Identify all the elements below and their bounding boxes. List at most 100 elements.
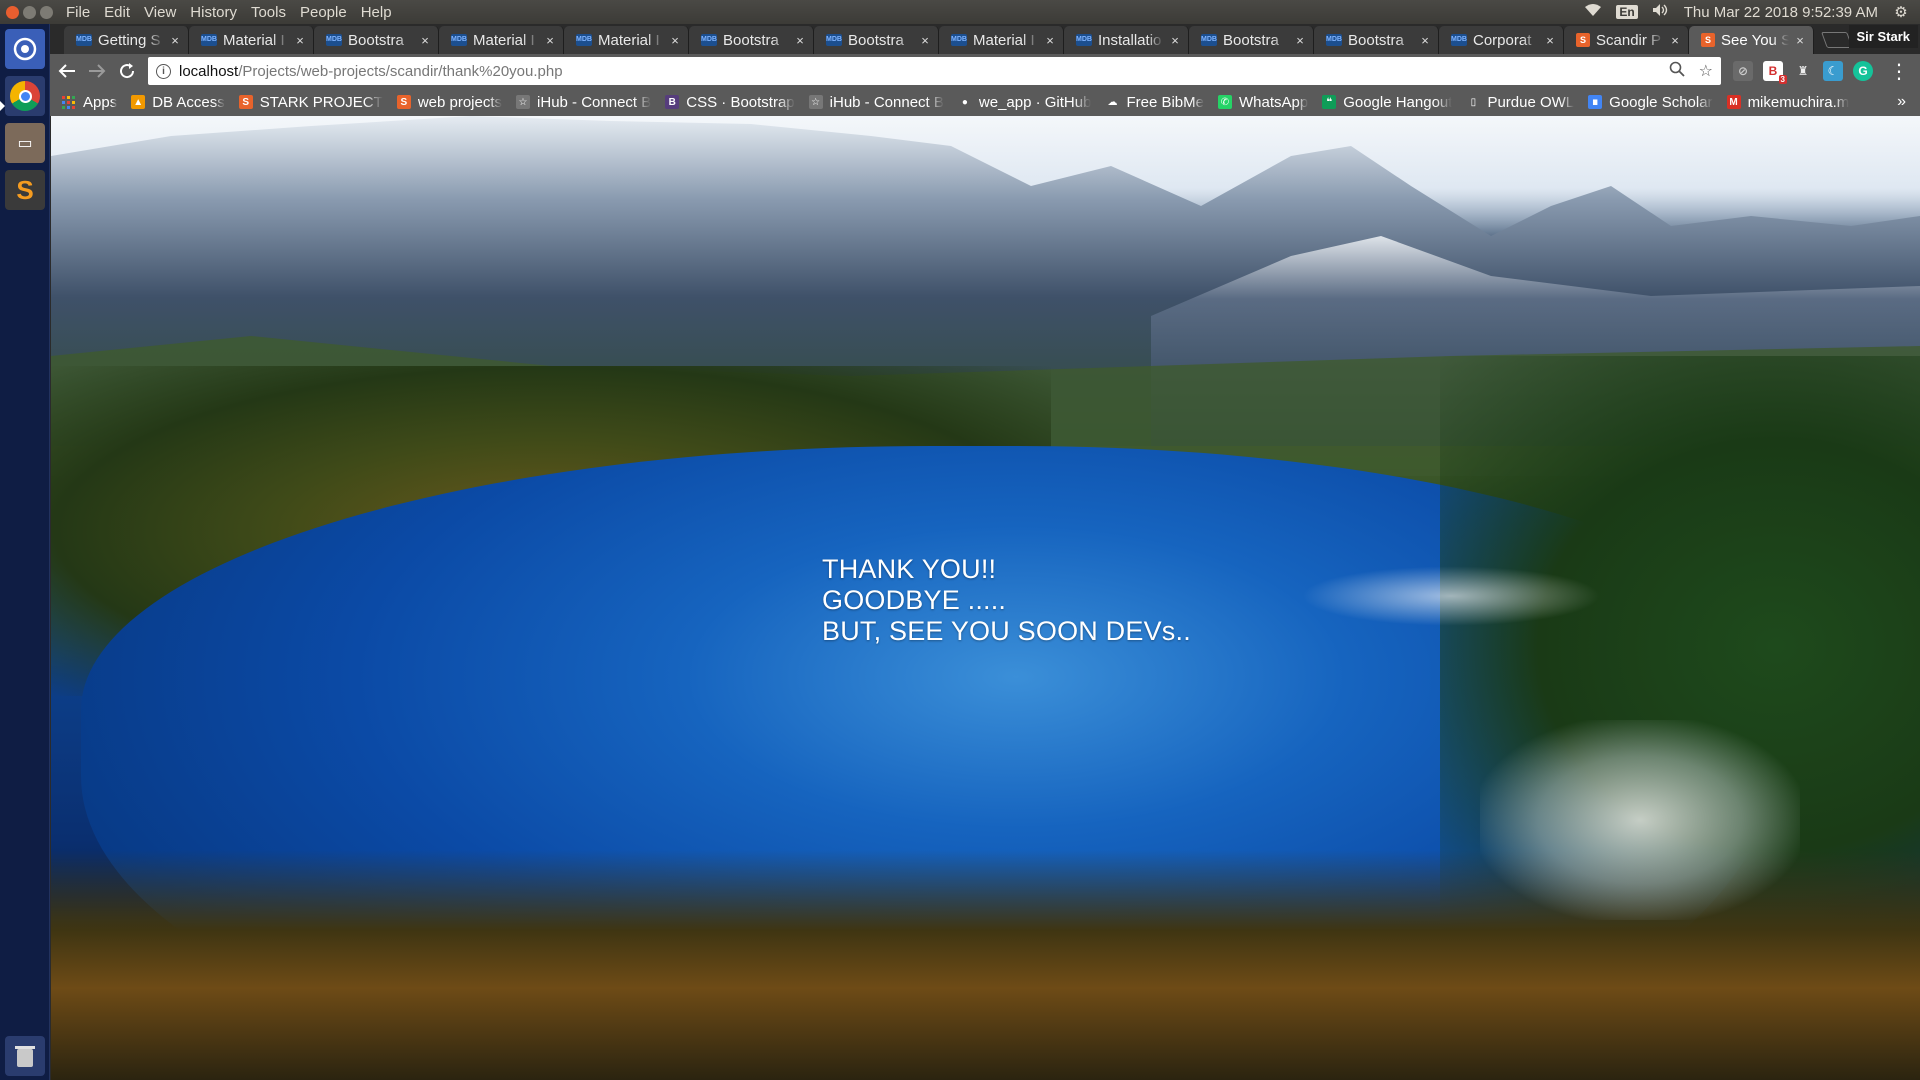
tab-title: Bootstra (348, 31, 404, 49)
forward-button[interactable] (84, 58, 110, 84)
tab-close-icon[interactable]: × (1668, 33, 1682, 48)
wifi-icon[interactable] (1584, 3, 1602, 21)
browser-tab[interactable]: MDB Material I × (439, 26, 564, 54)
tab-close-icon[interactable]: × (1418, 33, 1432, 48)
home-icon[interactable] (5, 29, 45, 69)
reload-button[interactable] (114, 58, 140, 84)
tab-close-icon[interactable]: × (793, 33, 807, 48)
browser-tab[interactable]: MDB Bootstra × (1189, 26, 1314, 54)
message-line-3: BUT, SEE YOU SOON DEVs.. (822, 616, 1191, 646)
tab-close-icon[interactable]: × (293, 33, 307, 48)
apps-grid-icon (62, 95, 75, 109)
keyboard-language-indicator[interactable]: En (1616, 5, 1638, 19)
browser-tab[interactable]: MDB Bootstra × (689, 26, 814, 54)
bookmark-item[interactable]: ● we_app · GitHub (957, 94, 1091, 111)
volume-icon[interactable] (1652, 3, 1670, 21)
extension-disabled-icon[interactable]: ⊘ (1733, 61, 1753, 81)
gear-icon[interactable]: ⚙ (1892, 3, 1910, 21)
browser-tab[interactable]: MDB Material I × (939, 26, 1064, 54)
bookmark-item[interactable]: ☁ Free BibMe (1105, 94, 1204, 111)
tab-close-icon[interactable]: × (168, 33, 182, 48)
bookmark-item[interactable]: ❝ Google Hangout (1322, 94, 1452, 111)
site-info-icon[interactable]: i (156, 63, 171, 79)
extension-puzzle-icon[interactable]: ♜ (1793, 61, 1813, 81)
whatsapp-icon: ✆ (1217, 95, 1232, 109)
tab-close-icon[interactable]: × (918, 33, 932, 48)
bookmark-item[interactable]: ▯ Purdue OWL (1466, 94, 1574, 111)
tab-close-icon[interactable]: × (668, 33, 682, 48)
address-bar[interactable]: i localhost/Projects/web-projects/scandi… (148, 57, 1721, 85)
bookmark-item[interactable]: Sweb projects (396, 93, 503, 111)
back-button[interactable] (54, 58, 80, 84)
tab-close-icon[interactable]: × (1043, 33, 1057, 48)
bookmark-item[interactable]: B CSS · Bootstrap (665, 94, 795, 111)
menu-people[interactable]: People (300, 4, 347, 21)
browser-tab[interactable]: S See You S × (1689, 26, 1814, 54)
bookmark-item[interactable]: Apps (62, 94, 117, 111)
bookmark-item[interactable]: ☆ iHub - Connect B (808, 94, 944, 111)
tab-title: Material I (473, 31, 535, 49)
extension-b-icon[interactable]: B3 (1763, 61, 1787, 84)
menu-tools[interactable]: Tools (251, 4, 286, 21)
chrome-icon[interactable] (5, 76, 45, 116)
bookmarks-overflow-button[interactable]: » (1897, 93, 1906, 111)
browser-tab[interactable]: MDB Material I × (564, 26, 689, 54)
tab-close-icon[interactable]: × (418, 33, 432, 48)
url-path: /Projects/web-projects/scandir/thank%20y… (238, 62, 563, 80)
bookmark-label: Google Scholar (1609, 93, 1713, 111)
tab-close-icon[interactable]: × (1793, 33, 1807, 48)
tab-close-icon[interactable]: × (543, 33, 557, 48)
tab-title: Bootstra (1348, 31, 1404, 49)
browser-tab[interactable]: MDB Bootstra × (1314, 26, 1439, 54)
bookmark-item[interactable]: Mmikemuchira.m (1726, 94, 1849, 111)
browser-tab[interactable]: MDB Corporat × (1439, 26, 1564, 54)
close-window-icon[interactable] (6, 5, 19, 19)
zoom-icon[interactable] (1669, 61, 1685, 82)
browser-tab[interactable]: MDB Bootstra × (314, 26, 439, 54)
tab-title: Bootstra (1223, 31, 1279, 49)
chrome-logo (10, 81, 40, 111)
bookmark-star-icon[interactable]: ☆ (1699, 61, 1713, 82)
clock[interactable]: Thu Mar 22 2018 9:52:39 AM (1684, 4, 1878, 21)
bookmark-label: WhatsApp (1238, 93, 1309, 111)
chrome-menu-icon[interactable]: ⋮ (1889, 59, 1909, 84)
menu-edit[interactable]: Edit (104, 4, 130, 21)
sublime-text-icon[interactable]: S (5, 170, 45, 210)
menu-view[interactable]: View (144, 4, 176, 21)
browser-tab[interactable]: MDB Material I × (189, 26, 314, 54)
indicator-area: En Thu Mar 22 2018 9:52:39 AM ⚙ (1584, 3, 1920, 21)
trash-icon[interactable] (5, 1036, 45, 1076)
bookmark-item[interactable]: ✆ WhatsApp (1217, 93, 1309, 111)
tab-close-icon[interactable]: × (1168, 33, 1182, 48)
minimize-window-icon[interactable] (23, 5, 36, 19)
browser-tab[interactable]: S Scandir P × (1564, 26, 1689, 54)
files-icon[interactable]: ▭ (5, 123, 45, 163)
tab-title: Getting S (98, 31, 161, 49)
browser-tab[interactable]: MDB Getting S × (64, 26, 189, 54)
tab-title: Material I (598, 31, 660, 49)
bookmark-item[interactable]: ☆ iHub - Connect B (516, 94, 651, 111)
grammarly-icon[interactable]: G (1853, 61, 1873, 81)
app-menu-bar: File Edit View History Tools People Help (66, 4, 392, 21)
bookmark-item[interactable]: ▲ DB Access (131, 94, 225, 111)
browser-tab[interactable]: MDB Installatio × (1064, 26, 1189, 54)
tab-close-icon[interactable]: × (1293, 33, 1307, 48)
profile-name-badge[interactable]: Sir Stark (1848, 25, 1918, 48)
extension-cloud-icon[interactable]: ☾ (1823, 61, 1843, 81)
url-host: localhost (179, 62, 239, 80)
bookmark-item[interactable]: S STARK PROJECT (238, 94, 383, 111)
menu-history[interactable]: History (190, 4, 237, 21)
bookmark-label: web projects (417, 93, 503, 111)
tab-favicon-icon: MDB (1076, 34, 1092, 46)
menu-file[interactable]: File (66, 4, 90, 21)
tab-title: Material I (223, 31, 285, 49)
system-top-panel: File Edit View History Tools People Help… (0, 0, 1920, 24)
bookmark-label: Free BibMe (1126, 93, 1204, 111)
document-icon: ▯ (1466, 95, 1481, 109)
mist-image (1301, 566, 1601, 626)
tab-close-icon[interactable]: × (1543, 33, 1557, 48)
maximize-window-icon[interactable] (40, 5, 53, 19)
bookmark-item[interactable]: ∎ Google Scholar (1588, 93, 1713, 111)
browser-tab[interactable]: MDB Bootstra × (814, 26, 939, 54)
menu-help[interactable]: Help (361, 4, 392, 21)
